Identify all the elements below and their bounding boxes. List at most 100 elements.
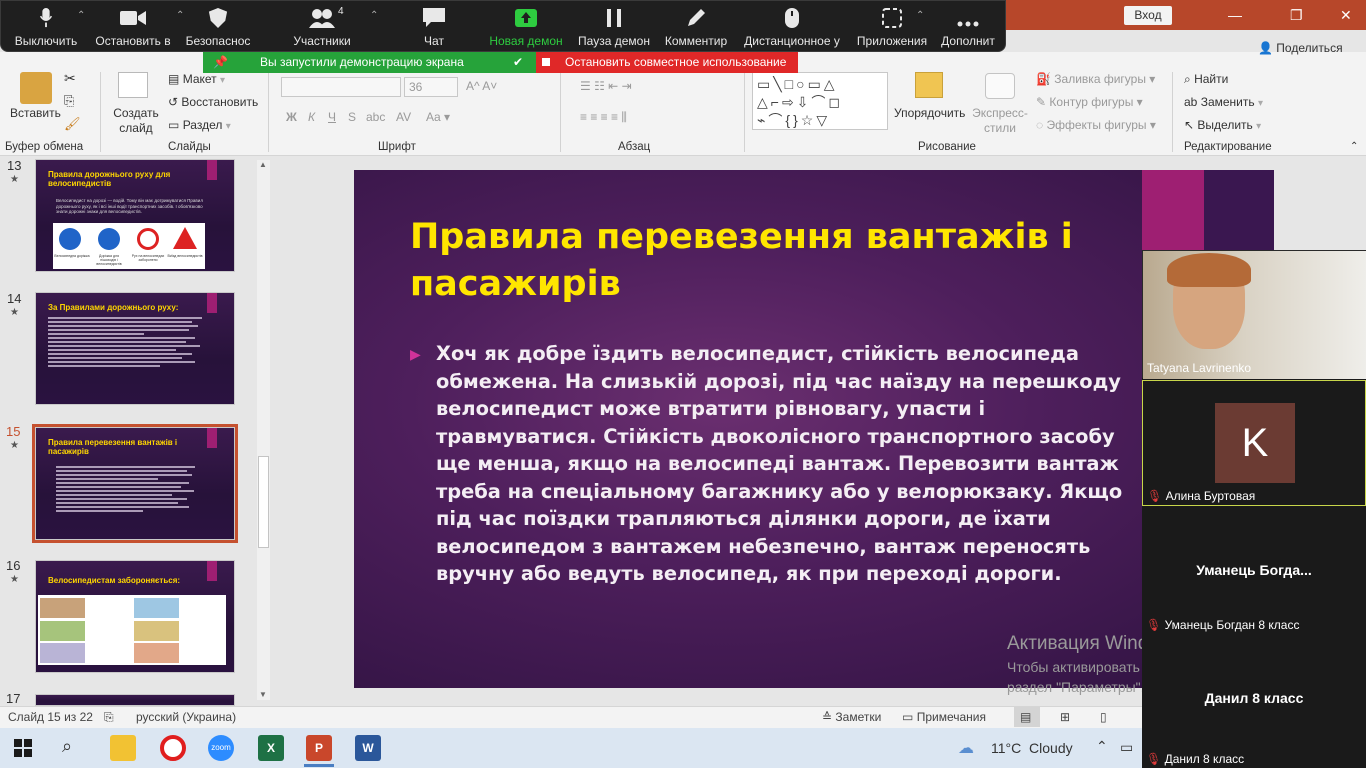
font-color-icon[interactable]: Aa ▾ [426,110,450,124]
pause-share-button[interactable]: Пауза демон [574,0,654,52]
layout-button[interactable]: ▤ Макет ▾ [168,72,225,86]
shapes-gallery[interactable]: ▭╲□○▭△ △⌐⇨⇩⌒◻ ⌁⌒{}☆▽ [752,72,888,130]
accessibility-icon[interactable]: ⎘ [104,710,114,725]
shapes-icon: ▭╲□○▭△ △⌐⇨⇩⌒◻ ⌁⌒{}☆▽ [757,76,844,128]
minimize-button[interactable]: — [1228,6,1242,24]
paste-button[interactable]: Вставить [10,106,61,120]
strikethrough-button[interactable]: S [348,110,356,124]
bold-button[interactable]: Ж [286,110,297,124]
new-slide-button[interactable]: Создать слайд [112,106,160,136]
scrollbar-thumb[interactable] [258,456,269,548]
collapse-ribbon-icon[interactable]: ⌃ [1350,141,1358,152]
format-painter-icon[interactable]: 🖌 [64,116,81,132]
slide-thumbnail-14[interactable]: За Правилами дорожнього руху: [35,292,235,405]
arrange-icon[interactable] [915,72,943,98]
file-explorer-icon[interactable] [110,735,136,761]
font-grow-icon[interactable]: A^ A˅ [466,79,497,93]
replace-icon: ab [1184,95,1198,109]
participant-tile[interactable]: Данил 8 класс 🎙 Данил 8 класс [1142,636,1366,768]
chevron-down-icon: ▾ [1257,98,1264,109]
remote-control-button[interactable]: Дистанционное у [740,0,844,52]
language-indicator[interactable]: русский (Украина) [136,710,236,724]
sign-caption: Доріжка для пішоходів і велосипедистів [96,254,122,266]
pause-icon [607,9,621,27]
quick-styles-button[interactable]: Экспресс-стили [968,106,1032,136]
underline-button[interactable]: Ч [328,110,336,124]
cut-icon[interactable]: ✂ [64,70,76,87]
chevron-down-icon[interactable]: ▼ [259,690,267,699]
new-slide-icon[interactable] [118,72,148,98]
sign-in-button[interactable]: Вход [1124,6,1172,25]
list-icons[interactable]: ☰ ☷ ⇤ ⇥ [580,79,632,93]
participant-tile[interactable]: Tatyana Lavrinenko [1142,250,1366,379]
chevron-up-icon[interactable]: ▲ [259,160,267,169]
current-slide[interactable]: Правила перевезення вантажів і пасажирів… [354,170,1274,688]
cyclists-warning-sign-icon [173,227,197,249]
mute-button[interactable]: Выключить [8,0,84,52]
quick-styles-icon[interactable] [985,73,1015,99]
find-label: Найти [1194,72,1229,86]
select-button[interactable]: ↖ Выделить ▾ [1184,118,1261,132]
share-link[interactable]: 👤 Поделиться [1258,41,1343,55]
zoom-icon[interactable]: zoom [208,735,234,761]
section-button[interactable]: ▭ Раздел ▾ [168,118,231,132]
reset-button[interactable]: ↺ Восстановить [168,95,258,109]
separator [744,72,745,152]
stop-video-button[interactable]: Остановить в [90,0,176,52]
word-icon[interactable]: W [355,735,381,761]
spacing-button[interactable]: AV [396,110,411,124]
participant-tile[interactable]: Уманець Богда... 🎙 Уманець Богдан 8 клас… [1142,508,1366,634]
slide-body[interactable]: Хоч як добре їздить велосипедист, стійкі… [436,340,1126,588]
shadow-button[interactable]: abc [366,110,385,124]
restore-button[interactable]: ❐ [1290,6,1303,24]
align-icons[interactable]: ≡ ≡ ≡ ≡ ⫼ [580,110,627,125]
slide-thumbnail-17[interactable] [35,694,235,706]
close-button[interactable]: ✕ [1340,6,1352,24]
security-button[interactable]: Безопаснос [180,0,256,52]
comments-button[interactable]: ▭ Примечания [902,710,986,724]
more-button[interactable]: Дополнит [936,0,1000,52]
search-icon: ⌕ [1184,72,1191,86]
chevron-up-icon[interactable]: ⌃ [77,10,85,21]
opera-icon[interactable] [160,735,186,761]
notes-button[interactable]: ≙ Заметки [822,710,881,724]
chevron-up-icon[interactable]: ⌃ [916,10,924,21]
copy-icon[interactable]: ⎘ [64,93,74,109]
participant-tile-active[interactable]: K 🎙 Алина Буртовая [1142,380,1366,506]
comments-label: Примечания [916,710,986,724]
shape-outline-button[interactable]: ✎ Контур фигуры ▾ [1036,95,1143,109]
annotate-button[interactable]: Комментир [660,0,732,52]
powerpoint-icon[interactable]: P [306,735,332,761]
slide-title[interactable]: Правила перевезення вантажів і пасажирів [410,214,1130,308]
group-drawing: Рисование [918,141,976,153]
new-share-button[interactable]: Новая демон [486,0,566,52]
search-icon[interactable]: ⌕ [62,736,72,757]
weather-widget[interactable]: 11°C Cloudy [991,740,1073,756]
participants-button[interactable]: Участники [284,0,360,52]
paste-icon[interactable] [20,72,52,104]
stop-sharing-button[interactable]: Остановить совместное использование [536,52,798,73]
chevron-up-icon[interactable]: ⌃ [1096,738,1108,755]
excel-icon[interactable]: X [258,735,284,761]
windows-start-icon[interactable] [14,739,32,757]
slide-thumbnail-16[interactable]: Велосипедистам забороняється: [35,560,235,673]
thumbnails-scrollbar[interactable]: ▲ ▼ [257,160,270,700]
arrange-button[interactable]: Упорядочить [894,106,965,120]
chat-button[interactable]: Чат [404,0,464,52]
chevron-up-icon[interactable]: ⌃ [370,10,378,21]
slide-thumbnail-13[interactable]: Правила дорожнього руху для велосипедист… [35,159,235,272]
font-name-box[interactable] [281,77,401,97]
find-button[interactable]: ⌕ Найти [1184,72,1228,87]
font-size-box[interactable]: 36 [404,77,458,97]
slide-thumbnail-15[interactable]: Правила перевезення вантажів і пасажирів [32,424,238,543]
apps-button[interactable]: Приложения [852,0,932,52]
slide-sorter-icon[interactable]: ⊞ [1060,710,1070,724]
network-icon[interactable]: ▭ [1120,739,1133,756]
pin-icon[interactable]: 📌 [213,52,228,73]
reading-view-icon[interactable]: ▯ [1100,710,1107,724]
shape-effects-button[interactable]: ◌ Эффекты фигуры ▾ [1036,118,1156,132]
italic-button[interactable]: К [308,110,315,124]
no-bicycle-sign-icon [137,228,159,250]
shape-fill-button[interactable]: ⛽ Заливка фигуры ▾ [1036,72,1155,86]
replace-button[interactable]: ab Заменить ▾ [1184,95,1263,109]
